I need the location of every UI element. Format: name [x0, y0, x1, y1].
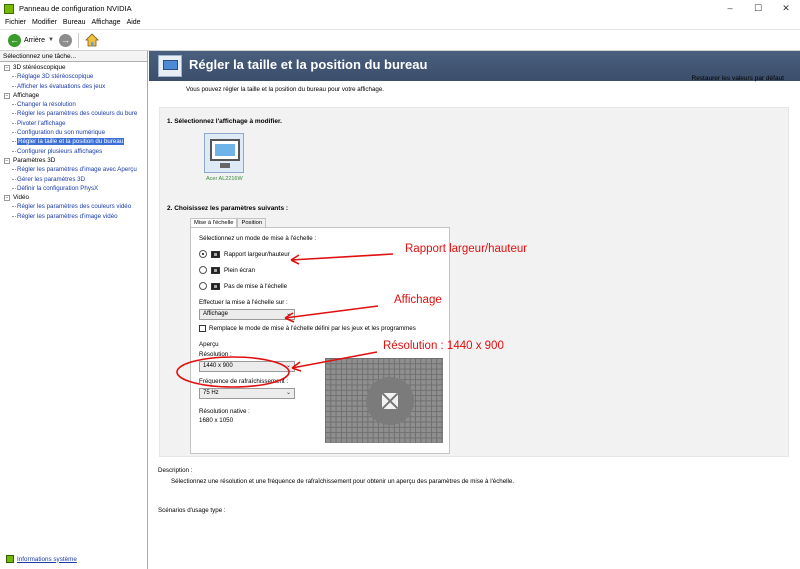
- tree-item-son-numerique[interactable]: Configuration du son numérique: [0, 128, 147, 137]
- mode-fullscreen-option[interactable]: Plein écran: [199, 266, 255, 274]
- menu-fichier[interactable]: Fichier: [5, 19, 26, 26]
- tree-item-taille-position-bureau[interactable]: Régler la taille et la position du burea…: [0, 137, 147, 146]
- forward-arrow-icon[interactable]: →: [58, 33, 72, 47]
- description-title: Description :: [158, 467, 193, 474]
- chevron-down-icon: ⌄: [285, 363, 291, 369]
- tree-category-parametres-3d[interactable]: − Paramètres 3D: [0, 156, 147, 165]
- tree-item-physx[interactable]: Définir la configuration PhysX: [0, 184, 147, 193]
- system-info-icon: [6, 555, 14, 563]
- resolution-select[interactable]: 1440 x 900 ⌄: [199, 361, 295, 372]
- home-icon[interactable]: [85, 33, 99, 47]
- page-title: Régler la taille et la position du burea…: [189, 57, 428, 72]
- perform-on-select[interactable]: Affichage ⌄: [199, 309, 295, 320]
- collapse-icon[interactable]: −: [4, 92, 10, 99]
- monitor-icon[interactable]: [204, 133, 244, 173]
- refresh-select[interactable]: 75 Hz ⌄: [199, 388, 295, 399]
- display-name[interactable]: Acer AL2216W: [206, 176, 243, 182]
- chevron-down-icon: ⌄: [285, 311, 291, 317]
- system-info-link[interactable]: Informations système: [6, 555, 77, 563]
- annotation-ratio: Rapport largeur/hauteur: [405, 243, 528, 255]
- refresh-label: Fréquence de rafraîchissement :: [199, 378, 289, 385]
- tree-item-plusieurs-affichages[interactable]: Configurer plusieurs affichages: [0, 147, 147, 156]
- toolbar: ← Arrière ▼ →: [0, 29, 800, 51]
- restore-defaults-link[interactable]: Restaurer les valeurs par défaut: [692, 75, 785, 82]
- tree-category-affichage[interactable]: − Affichage: [0, 91, 147, 100]
- fullscreen-icon: [211, 266, 220, 274]
- maximize-button[interactable]: ☐: [744, 0, 772, 17]
- tree-item-couleurs-video[interactable]: Régler les paramètres des couleurs vidéo: [0, 202, 147, 211]
- menu-aide[interactable]: Aide: [127, 19, 141, 26]
- mode-no-scaling-option[interactable]: Pas de mise à l'échelle: [199, 282, 287, 290]
- minimize-button[interactable]: –: [716, 0, 744, 17]
- tree-category-video[interactable]: − Vidéo: [0, 193, 147, 202]
- tree-item-couleurs-bureau[interactable]: Régler les paramètres des couleurs du bu…: [0, 109, 147, 118]
- usage-scenarios-title: Scénarios d'usage type :: [158, 507, 226, 514]
- no-scaling-icon: [211, 282, 220, 290]
- override-checkbox[interactable]: [199, 325, 206, 332]
- perform-on-label: Effectuer la mise à l'échelle sur :: [199, 299, 288, 306]
- radio-no-scaling[interactable]: [199, 282, 207, 290]
- task-tree: −3D stéréoscopique Réglage 3D stéréoscop…: [0, 62, 147, 221]
- preview-label: Aperçu: [199, 341, 219, 348]
- collapse-icon[interactable]: −: [4, 64, 10, 71]
- mode-ratio-option[interactable]: Rapport largeur/hauteur: [199, 250, 290, 258]
- tree-category-3d-stereo[interactable]: −3D stéréoscopique: [0, 63, 147, 72]
- aspect-ratio-icon: [211, 250, 220, 258]
- override-option[interactable]: Remplace le mode de mise à l'échelle déf…: [199, 325, 416, 332]
- title-bar: Panneau de configuration NVIDIA – ☐ ✕: [0, 0, 800, 17]
- radio-ratio[interactable]: [199, 250, 207, 258]
- tree-item-pivoter-affichage[interactable]: Pivoter l'affichage: [0, 119, 147, 128]
- nvidia-app-icon: [4, 3, 14, 14]
- back-history-dropdown-icon[interactable]: ▼: [48, 37, 54, 43]
- annotation-resolution: Résolution : 1440 x 900: [383, 340, 504, 352]
- settings-panel: 1. Sélectionnez l'affichage à modifier. …: [159, 107, 789, 457]
- native-resolution-label: Résolution native :: [199, 408, 250, 415]
- main-content: Régler la taille et la position du burea…: [149, 51, 800, 569]
- task-sidebar: Sélectionnez une tâche... −3D stéréoscop…: [0, 51, 148, 569]
- tree-item-changer-resolution[interactable]: Changer la résolution: [0, 100, 147, 109]
- back-button-label[interactable]: Arrière: [24, 37, 45, 44]
- tree-item-gerer-3d[interactable]: Gérer les paramètres 3D: [0, 175, 147, 184]
- window-title: Panneau de configuration NVIDIA: [19, 4, 132, 13]
- sidebar-header: Sélectionnez une tâche...: [0, 51, 147, 62]
- annotation-display: Affichage: [394, 294, 442, 306]
- desktop-size-icon: [158, 55, 182, 77]
- close-button[interactable]: ✕: [772, 0, 800, 17]
- menu-modifier[interactable]: Modifier: [32, 19, 57, 26]
- step2-heading: 2. Choisissez les paramètres suivants :: [167, 205, 289, 212]
- toolbar-separator: [77, 32, 79, 48]
- menu-bureau[interactable]: Bureau: [63, 19, 86, 26]
- description-text: Sélectionnez une résolution et une fréqu…: [171, 478, 515, 485]
- scaling-mode-label: Sélectionnez un mode de mise à l'échelle…: [199, 235, 317, 242]
- menu-bar: Fichier Modifier Bureau Affichage Aide: [0, 17, 800, 28]
- tree-item-image-video[interactable]: Régler les paramètres d'image vidéo: [0, 212, 147, 221]
- native-resolution-value: 1680 x 1050: [199, 417, 234, 424]
- step1-heading: 1. Sélectionnez l'affichage à modifier.: [167, 118, 282, 125]
- scaling-preview: [325, 358, 443, 443]
- preview-target: [382, 393, 398, 409]
- collapse-icon[interactable]: −: [4, 157, 10, 164]
- radio-fullscreen[interactable]: [199, 266, 207, 274]
- tree-item-reglage-3d-stereo[interactable]: Réglage 3D stéréoscopique: [0, 72, 147, 81]
- resolution-label: Résolution :: [199, 351, 232, 358]
- tree-item-evaluations-jeux[interactable]: Afficher les évaluations des jeux: [0, 82, 147, 91]
- back-arrow-icon[interactable]: ←: [8, 33, 21, 47]
- menu-affichage[interactable]: Affichage: [92, 19, 121, 26]
- collapse-icon[interactable]: −: [4, 194, 10, 201]
- chevron-down-icon: ⌄: [285, 390, 291, 396]
- tree-item-image-apercu[interactable]: Régler les paramètres d'image avec Aperç…: [0, 165, 147, 174]
- intro-text: Vous pouvez régler la taille et la posit…: [186, 86, 385, 93]
